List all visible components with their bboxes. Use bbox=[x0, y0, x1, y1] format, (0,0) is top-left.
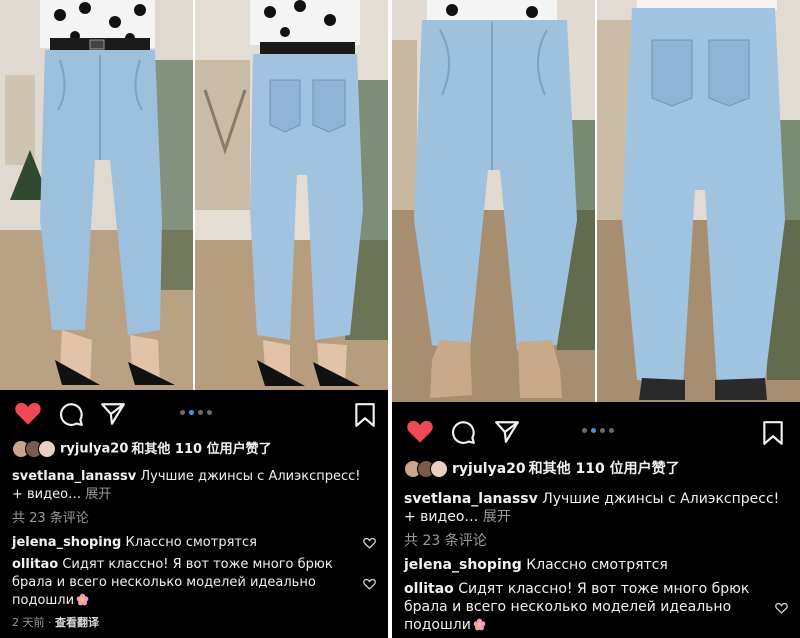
likes-suffix[interactable]: 和其他 110 位用户赞了 bbox=[131, 442, 271, 457]
avatar bbox=[38, 440, 56, 458]
comment-text: Классно смотрятся bbox=[125, 535, 257, 550]
carousel-dot bbox=[609, 428, 614, 433]
small-heart-icon[interactable] bbox=[363, 578, 376, 590]
post-left: ryjulya20 和其他 110 位用户赞了 svetlana_lanassv … bbox=[0, 0, 388, 638]
action-bar bbox=[392, 416, 800, 450]
send-icon[interactable] bbox=[494, 419, 520, 445]
caption-text: Лучшие джинсы с Алиэкспресс! bbox=[140, 469, 361, 484]
caption-username[interactable]: svetlana_lanassv bbox=[12, 469, 136, 484]
bookmark-icon[interactable] bbox=[354, 402, 376, 428]
comment-meta: 2 天前 · 查看翻译 bbox=[12, 614, 376, 632]
comment-text-line: подошли bbox=[404, 616, 788, 634]
comment-username[interactable]: jelena_shoping bbox=[404, 557, 522, 573]
comment-time: 2 天前 bbox=[12, 616, 45, 629]
comment-text-line: брала и всего несколько моделей идеально bbox=[404, 599, 732, 615]
carousel-indicator bbox=[180, 410, 212, 415]
post-right: ryjulya20 和其他 110 位用户赞了 svetlana_lanassv … bbox=[392, 0, 800, 638]
comment-text-line: подошли bbox=[12, 592, 376, 610]
expand-link[interactable]: 展开 bbox=[483, 509, 511, 525]
avatar bbox=[430, 460, 448, 478]
comment-row: jelena_shoping Классно смотрятся bbox=[404, 556, 788, 574]
caption: svetlana_lanassv Лучшие джинсы с Алиэксп… bbox=[404, 490, 788, 508]
comment-text: Сидят классно! Я вот тоже много брюк bbox=[458, 581, 750, 597]
carousel-dot-active bbox=[591, 428, 596, 433]
caption-continued: + видео… 展开 bbox=[12, 486, 376, 504]
likes-line: ryjulya20 和其他 110 位用户赞了 bbox=[404, 460, 788, 478]
comment-row: ollitao Сидят классно! Я вот тоже много … bbox=[12, 556, 376, 574]
photo-strip[interactable] bbox=[392, 0, 800, 402]
comment-text: Сидят классно! Я вот тоже много брюк bbox=[62, 557, 333, 572]
heart-icon[interactable] bbox=[14, 400, 42, 426]
caption-continued: + видео… 展开 bbox=[404, 508, 788, 526]
likes-suffix[interactable]: 和其他 110 位用户赞了 bbox=[529, 461, 680, 477]
carousel-dot bbox=[198, 410, 203, 415]
comment-text: Классно смотрятся bbox=[526, 557, 668, 573]
liked-by-user[interactable]: ryjulya20 bbox=[452, 461, 526, 477]
likes-line: ryjulya20 和其他 110 位用户赞了 bbox=[12, 440, 376, 459]
comment-row: ollitao Сидят классно! Я вот тоже много … bbox=[404, 580, 788, 598]
comment-username[interactable]: ollitao bbox=[404, 581, 454, 597]
liker-avatars[interactable] bbox=[404, 460, 448, 478]
caption-text: Лучшие джинсы с Алиэкспресс! bbox=[542, 491, 780, 507]
comment-username[interactable]: ollitao bbox=[12, 557, 58, 572]
photo-strip[interactable] bbox=[0, 0, 388, 390]
caption: svetlana_lanassv Лучшие джинсы с Алиэксп… bbox=[12, 468, 376, 486]
carousel-indicator bbox=[582, 428, 614, 433]
jeans-back-photo[interactable] bbox=[195, 0, 388, 390]
expand-link[interactable]: 展开 bbox=[85, 487, 111, 502]
jeans-front-boots-photo[interactable] bbox=[392, 0, 595, 402]
view-comments-link[interactable]: 共 23 条评论 bbox=[12, 510, 376, 528]
jeans-back-boots-photo[interactable] bbox=[597, 0, 800, 402]
jeans-front-photo[interactable] bbox=[0, 0, 193, 390]
comment-text: подошли bbox=[12, 593, 75, 608]
caption-more: + видео… bbox=[404, 509, 479, 525]
carousel-dot-active bbox=[189, 410, 194, 415]
comment-icon[interactable] bbox=[450, 419, 476, 445]
comment-icon[interactable] bbox=[58, 401, 84, 427]
flower-emoji bbox=[76, 593, 89, 606]
comment-text-line: брала и всего несколько моделей идеально bbox=[12, 575, 316, 590]
heart-icon[interactable] bbox=[406, 418, 434, 444]
send-icon[interactable] bbox=[100, 401, 126, 427]
liker-avatars[interactable] bbox=[12, 440, 56, 458]
bookmark-icon[interactable] bbox=[762, 420, 784, 446]
dot-separator: · bbox=[48, 616, 55, 629]
flower-emoji bbox=[473, 618, 486, 631]
carousel-dot bbox=[600, 428, 605, 433]
small-heart-icon[interactable] bbox=[775, 602, 788, 614]
caption-username[interactable]: svetlana_lanassv bbox=[404, 491, 538, 507]
view-comments-link[interactable]: 共 23 条评论 bbox=[404, 532, 788, 550]
action-bar bbox=[0, 398, 388, 432]
comment-username[interactable]: jelena_shoping bbox=[12, 535, 121, 550]
carousel-dot bbox=[582, 428, 587, 433]
liked-by-user[interactable]: ryjulya20 bbox=[60, 442, 128, 457]
small-heart-icon[interactable] bbox=[363, 537, 376, 549]
comment-text: подошли bbox=[404, 617, 471, 633]
see-translation-link[interactable]: 查看翻译 bbox=[55, 616, 99, 629]
carousel-dot bbox=[180, 410, 185, 415]
caption-more: + видео… bbox=[12, 487, 82, 502]
comment-row: jelena_shoping Классно смотрятся bbox=[12, 534, 376, 552]
carousel-dot bbox=[207, 410, 212, 415]
